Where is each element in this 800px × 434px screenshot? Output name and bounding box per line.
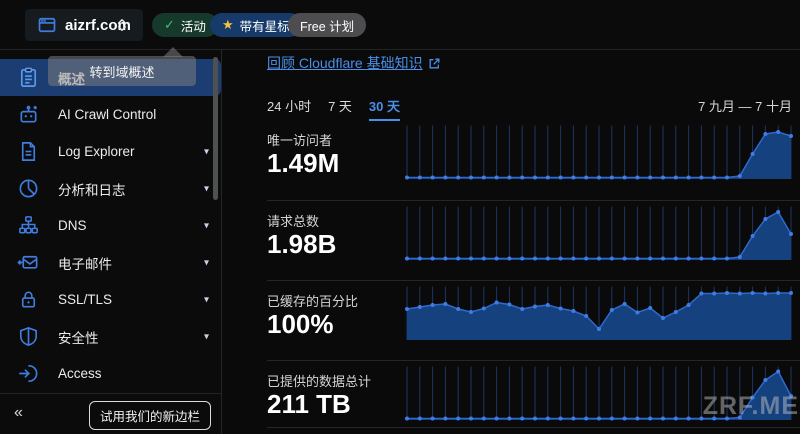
- up-down-chevron-icon[interactable]: [113, 16, 131, 34]
- plan-badge[interactable]: Free 计划: [288, 13, 366, 37]
- chevron-down-icon[interactable]: ▾: [204, 183, 209, 194]
- sidebar-item-label: 安全性: [58, 327, 99, 347]
- metric-label: 唯一访问者: [267, 130, 332, 149]
- sidebar-item-email[interactable]: 电子邮件 ▾: [0, 244, 221, 281]
- sidebar-scrollbar[interactable]: [213, 57, 218, 200]
- domain-overview-tooltip: 转到域概述: [48, 56, 196, 86]
- metric-value: 1.49M: [267, 148, 339, 179]
- tab-7-days[interactable]: 7 天: [328, 96, 352, 119]
- sidebar-item-log-explorer[interactable]: Log Explorer ▾: [0, 133, 221, 170]
- sidebar-item-label: AI Crawl Control: [58, 107, 156, 122]
- date-range-label: 7 九月 — 7 十月: [698, 96, 792, 115]
- analytics-icon: [17, 177, 40, 200]
- sidebar-item-ai-crawl-control[interactable]: AI Crawl Control: [0, 96, 221, 133]
- sidebar-footer: « 试用我们的新边栏: [0, 393, 221, 434]
- log-icon: [17, 140, 40, 163]
- tab-24-hours[interactable]: 24 小时: [267, 96, 311, 119]
- chevron-down-icon[interactable]: ▾: [204, 294, 209, 305]
- sparkline-total-requests[interactable]: [405, 205, 795, 267]
- watermark: ZRF.ME: [703, 392, 799, 421]
- review-fundamentals-link[interactable]: 回顾 Cloudflare 基础知识: [267, 53, 441, 73]
- status-badge[interactable]: ✓ 活动: [152, 13, 218, 37]
- sidebar-item-label: Log Explorer: [58, 144, 135, 159]
- cloudflare-dashboard: aizrf.com ✓ 活动 ★ 带有星标 Free 计划: [0, 0, 800, 434]
- try-new-sidebar-button[interactable]: 试用我们的新边栏: [89, 401, 211, 430]
- sidebar-item-access[interactable]: Access: [0, 355, 221, 392]
- metric-row-percent-cached: 已缓存的百分比 100%: [267, 280, 800, 360]
- metric-value: 1.98B: [267, 229, 336, 260]
- sidebar-item-label: 分析和日志: [58, 179, 126, 199]
- sidebar-item-label: SSL/TLS: [58, 292, 112, 307]
- top-bar: aizrf.com ✓ 活动 ★ 带有星标 Free 计划: [0, 0, 800, 50]
- browser-window-icon: [37, 15, 57, 35]
- sparkline-unique-visitors[interactable]: [405, 124, 795, 186]
- metric-label: 已提供的数据总计: [267, 371, 371, 390]
- sidebar-item-security[interactable]: 安全性 ▾: [0, 318, 221, 355]
- metric-label: 请求总数: [267, 211, 319, 230]
- tab-30-days[interactable]: 30 天: [369, 96, 400, 121]
- check-icon: ✓: [164, 17, 175, 33]
- robot-icon: [17, 103, 40, 126]
- shield-icon: [17, 325, 40, 348]
- metric-row-unique-visitors: 唯一访问者 1.49M: [267, 120, 800, 200]
- metric-value: 100%: [267, 309, 334, 340]
- sidebar: 概述 AI Crawl Control: [0, 50, 222, 434]
- chevron-down-icon[interactable]: ▾: [204, 331, 209, 342]
- lock-icon: [17, 288, 40, 311]
- sidebar-nav: 概述 AI Crawl Control: [0, 59, 221, 392]
- metric-row-total-requests: 请求总数 1.98B: [267, 200, 800, 280]
- status-badge-label: 活动: [181, 16, 206, 35]
- divider: [267, 427, 800, 428]
- chevron-down-icon[interactable]: ▾: [204, 220, 209, 231]
- metric-value: 211 TB: [267, 389, 351, 420]
- star-icon: ★: [222, 17, 234, 33]
- email-icon: [17, 251, 40, 274]
- sidebar-item-dns[interactable]: DNS ▾: [0, 207, 221, 244]
- plan-badge-label: Free 计划: [300, 16, 354, 35]
- chevron-down-icon[interactable]: ▾: [204, 146, 209, 157]
- starred-badge-label: 带有星标: [240, 16, 290, 35]
- sparkline-percent-cached[interactable]: [405, 285, 795, 347]
- sidebar-item-analytics-logs[interactable]: 分析和日志 ▾: [0, 170, 221, 207]
- chevron-down-icon[interactable]: ▾: [204, 257, 209, 268]
- metric-label: 已缓存的百分比: [267, 291, 358, 310]
- collapse-sidebar-icon[interactable]: «: [14, 404, 22, 422]
- overview-icon: [17, 66, 40, 89]
- sidebar-item-label: DNS: [58, 218, 87, 233]
- main-content: 回顾 Cloudflare 基础知识 24 小时 7 天 30 天 7 九月 —…: [222, 50, 800, 434]
- sidebar-item-label: Access: [58, 366, 102, 381]
- sidebar-item-ssl-tls[interactable]: SSL/TLS ▾: [0, 281, 221, 318]
- external-link-icon: [428, 57, 441, 70]
- access-icon: [17, 362, 40, 385]
- dns-icon: [17, 214, 40, 237]
- review-fundamentals-label: 回顾 Cloudflare 基础知识: [267, 53, 423, 73]
- sidebar-item-label: 电子邮件: [58, 253, 112, 273]
